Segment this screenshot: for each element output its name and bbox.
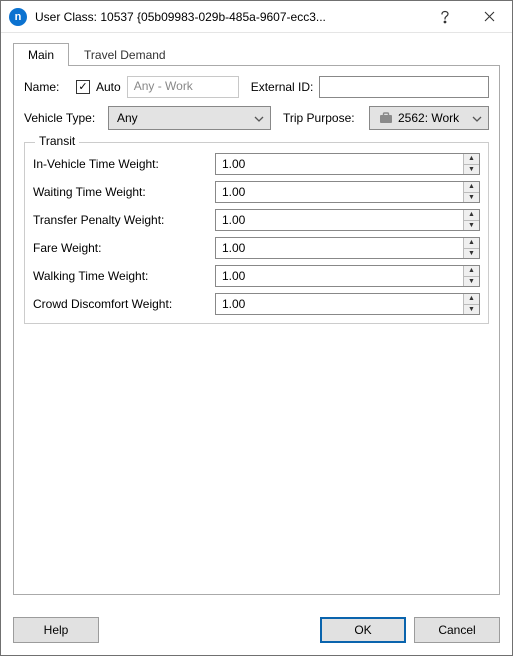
ok-button[interactable]: OK (320, 617, 406, 643)
vehicle-type-label: Vehicle Type: (24, 111, 102, 125)
transit-row-walking: Walking Time Weight: 1.00 ▲ ▼ (33, 265, 480, 287)
fare-weight-label: Fare Weight: (33, 241, 215, 255)
spin-up-icon[interactable]: ▲ (464, 154, 479, 165)
content-area: Main Travel Demand Name: ✓ Auto Any - Wo… (1, 33, 512, 607)
spin-down-icon[interactable]: ▼ (464, 193, 479, 203)
briefcase-icon (378, 111, 394, 125)
transit-fieldset: Transit In-Vehicle Time Weight: 1.00 ▲ ▼… (24, 142, 489, 324)
help-dialog-button[interactable]: Help (13, 617, 99, 643)
tab-travel-demand[interactable]: Travel Demand (69, 43, 181, 66)
spin-up-icon[interactable]: ▲ (464, 294, 479, 305)
name-label: Name: (24, 80, 70, 94)
transit-row-in-vehicle: In-Vehicle Time Weight: 1.00 ▲ ▼ (33, 153, 480, 175)
vehicle-type-value: Any (117, 111, 248, 125)
crowd-discomfort-weight-input[interactable]: 1.00 ▲ ▼ (215, 293, 480, 315)
transit-row-waiting: Waiting Time Weight: 1.00 ▲ ▼ (33, 181, 480, 203)
close-button[interactable] (467, 1, 512, 33)
transfer-penalty-weight-label: Transfer Penalty Weight: (33, 213, 215, 227)
trip-purpose-label: Trip Purpose: (283, 111, 363, 125)
spin-up-icon[interactable]: ▲ (464, 182, 479, 193)
external-id-input[interactable] (319, 76, 489, 98)
walking-time-weight-label: Walking Time Weight: (33, 269, 215, 283)
tab-strip: Main Travel Demand (13, 41, 500, 65)
waiting-time-weight-label: Waiting Time Weight: (33, 185, 215, 199)
external-id-label: External ID: (251, 80, 314, 94)
app-icon: n (9, 8, 27, 26)
window-title: User Class: 10537 {05b09983-029b-485a-96… (35, 10, 422, 24)
crowd-discomfort-weight-label: Crowd Discomfort Weight: (33, 297, 215, 311)
spin-up-icon[interactable]: ▲ (464, 238, 479, 249)
trip-purpose-combo[interactable]: 2562: Work (369, 106, 489, 130)
row-vehicle-trip: Vehicle Type: Any Trip Purpose: 2562: Wo… (24, 106, 489, 130)
help-button[interactable] (422, 1, 467, 33)
transit-row-fare: Fare Weight: 1.00 ▲ ▼ (33, 237, 480, 259)
transfer-penalty-weight-input[interactable]: 1.00 ▲ ▼ (215, 209, 480, 231)
spin-up-icon[interactable]: ▲ (464, 210, 479, 221)
vehicle-type-combo[interactable]: Any (108, 106, 271, 130)
spin-down-icon[interactable]: ▼ (464, 249, 479, 259)
spin-down-icon[interactable]: ▼ (464, 221, 479, 231)
titlebar: n User Class: 10537 {05b09983-029b-485a-… (1, 1, 512, 33)
spin-down-icon[interactable]: ▼ (464, 165, 479, 175)
in-vehicle-time-weight-input[interactable]: 1.00 ▲ ▼ (215, 153, 480, 175)
transit-row-transfer: Transfer Penalty Weight: 1.00 ▲ ▼ (33, 209, 480, 231)
question-icon (440, 10, 450, 24)
chevron-down-icon (252, 111, 266, 125)
dialog-window: n User Class: 10537 {05b09983-029b-485a-… (0, 0, 513, 656)
cancel-button[interactable]: Cancel (414, 617, 500, 643)
row-name: Name: ✓ Auto Any - Work External ID: (24, 76, 489, 98)
chevron-down-icon (470, 111, 484, 125)
walking-time-weight-input[interactable]: 1.00 ▲ ▼ (215, 265, 480, 287)
trip-purpose-value: 2562: Work (398, 111, 466, 125)
dialog-button-row: Help OK Cancel (1, 607, 512, 655)
close-icon (484, 11, 495, 22)
auto-label: Auto (96, 80, 121, 94)
transit-legend: Transit (35, 134, 79, 148)
fare-weight-input[interactable]: 1.00 ▲ ▼ (215, 237, 480, 259)
transit-row-crowd: Crowd Discomfort Weight: 1.00 ▲ ▼ (33, 293, 480, 315)
spin-up-icon[interactable]: ▲ (464, 266, 479, 277)
auto-checkbox[interactable]: ✓ (76, 80, 90, 94)
waiting-time-weight-input[interactable]: 1.00 ▲ ▼ (215, 181, 480, 203)
tab-panel-main: Name: ✓ Auto Any - Work External ID: Veh… (13, 65, 500, 595)
spin-down-icon[interactable]: ▼ (464, 305, 479, 315)
tab-main[interactable]: Main (13, 43, 69, 66)
name-input[interactable]: Any - Work (127, 76, 239, 98)
spin-down-icon[interactable]: ▼ (464, 277, 479, 287)
in-vehicle-time-weight-label: In-Vehicle Time Weight: (33, 157, 215, 171)
